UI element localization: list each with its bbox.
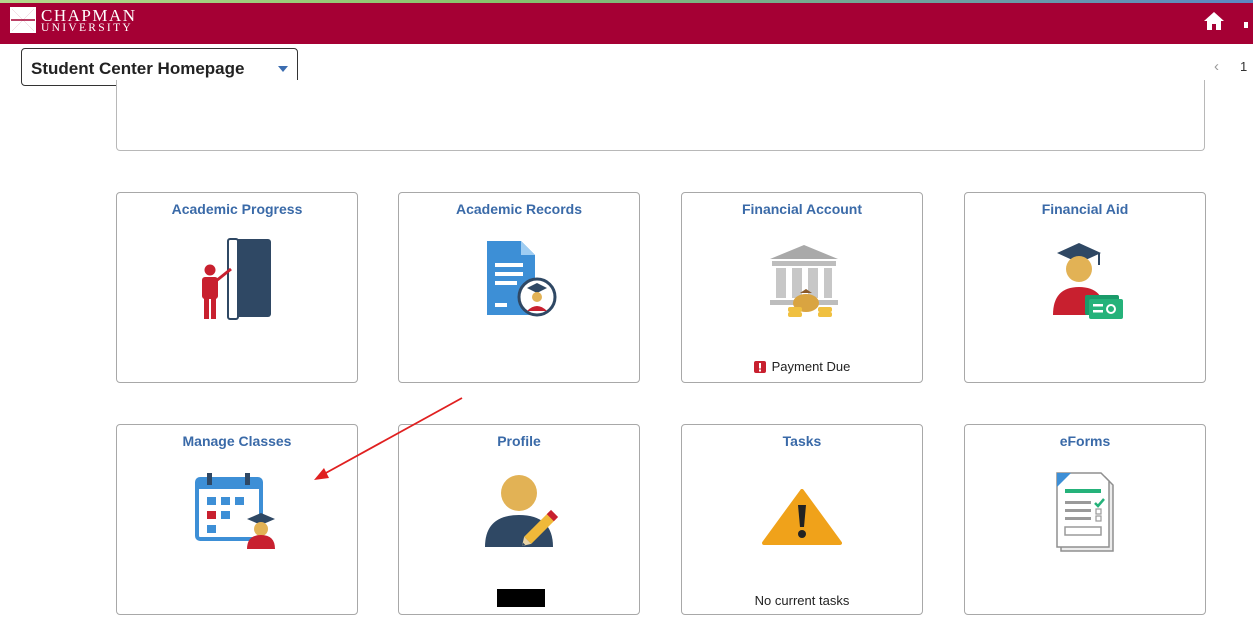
tile-title: Financial Account [741,201,863,217]
payment-due-status: Payment Due [771,359,851,374]
tile-title: Tasks [782,433,822,449]
tile-status-row: Payment Due [682,359,922,374]
alert-icon [753,361,766,373]
redacted-block [497,589,545,607]
tasks-warning-icon [762,489,842,545]
academic-records-icon [487,241,557,317]
tile-academic-progress[interactable]: Academic Progress [116,192,358,383]
header-accent-line [0,0,1253,3]
previous-page-chevron-icon[interactable]: ‹ [1214,58,1219,75]
chevron-down-icon [278,66,288,72]
academic-progress-icon [202,238,271,320]
tile-title: Academic Records [455,201,583,217]
financial-account-icon [770,245,838,317]
tile-manage-classes[interactable]: Manage Classes [116,424,358,615]
manage-classes-icon [195,473,275,549]
tile-title: Profile [497,433,541,449]
chapman-logo-mark-icon [10,7,36,33]
header-overflow-mark [1244,22,1248,28]
tile-tasks[interactable]: Tasks No current tasks [681,424,923,615]
logo-line-2: UNIVERSITY [41,22,133,34]
tile-profile[interactable]: Profile [398,424,640,615]
top-header-bar: CHAPMAN UNIVERSITY [0,0,1253,44]
financial-aid-icon [1053,243,1123,319]
chapman-logo[interactable]: CHAPMAN UNIVERSITY [10,7,170,37]
tasks-status: No current tasks [754,593,850,608]
announcement-panel [116,80,1205,151]
tile-financial-aid[interactable]: Financial Aid [964,192,1206,383]
page-selector-label: Student Center Homepage [31,59,245,78]
tile-eforms[interactable]: eForms [964,424,1206,615]
tile-title: eForms [1059,433,1111,449]
tile-title: Financial Aid [1041,201,1129,217]
profile-icon [485,475,559,547]
home-icon[interactable] [1203,10,1225,32]
tile-financial-account[interactable]: Financial Account Payment Due [681,192,923,383]
tile-title: Manage Classes [182,433,292,449]
tile-academic-records[interactable]: Academic Records [398,192,640,383]
page-number: 1 [1240,59,1248,74]
tile-title: Academic Progress [171,201,303,217]
eforms-icon [1056,472,1114,552]
